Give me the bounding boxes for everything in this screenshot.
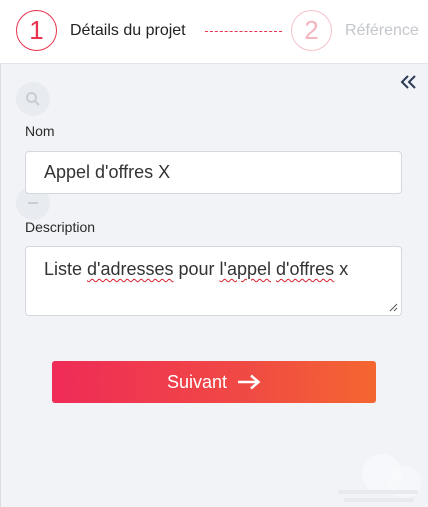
description-label: Description: [25, 219, 96, 235]
panel-edge: [0, 64, 1, 507]
step-1-indicator[interactable]: 1: [16, 10, 57, 51]
step-connector: [205, 31, 282, 32]
resize-handle-icon[interactable]: [388, 302, 398, 312]
nom-label: Nom: [25, 123, 55, 139]
step-1-number: 1: [29, 15, 44, 45]
next-button-label: Suivant: [166, 371, 228, 392]
nom-input[interactable]: Appel d'offres X: [25, 151, 402, 194]
step-1-label[interactable]: Détails du projet: [70, 22, 186, 40]
step-2-label[interactable]: Référence: [345, 22, 419, 40]
description-text: Liste d'adresses pour l'appel d'offres x: [44, 259, 349, 279]
step-2-number: 2: [304, 15, 319, 45]
next-button[interactable]: Suivant: [52, 361, 376, 403]
watermark-logo: [338, 454, 421, 502]
arrow-right-icon: [238, 374, 261, 390]
collapse-double-chevron-icon[interactable]: [399, 73, 419, 91]
nom-input-value: Appel d'offres X: [44, 162, 171, 182]
project-stepper: 1 Détails du projet 2 Référence: [0, 0, 428, 64]
step-2-indicator[interactable]: 2: [291, 10, 332, 51]
minus-icon: [28, 202, 38, 204]
description-textarea[interactable]: Liste d'adresses pour l'appel d'offres x: [25, 246, 402, 316]
search-button[interactable]: [16, 82, 50, 116]
search-icon: [26, 92, 40, 106]
